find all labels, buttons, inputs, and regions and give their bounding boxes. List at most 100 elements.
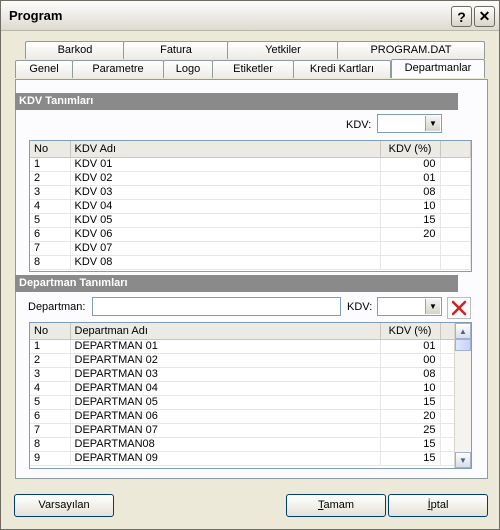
ok-label-rest: amam — [323, 499, 355, 511]
cell-pct: 08 — [380, 367, 441, 382]
table-row[interactable]: 4 KDV 04 10 — [30, 199, 471, 214]
tab-barkod[interactable]: Barkod — [25, 41, 125, 59]
cell-name: KDV 06 — [70, 227, 381, 242]
cell-pct: 25 — [380, 423, 441, 438]
table-row[interactable]: 3 DEPARTMAN 03 08 — [30, 367, 455, 382]
scroll-thumb[interactable] — [455, 339, 471, 351]
cell-pct: 01 — [380, 171, 441, 186]
col-kdv-pct[interactable]: KDV (%) — [380, 141, 441, 158]
delete-button[interactable] — [447, 297, 471, 319]
table-row[interactable]: 7 DEPARTMAN 07 25 — [30, 423, 455, 438]
title-bar[interactable]: Program ? ✕ — [1, 1, 499, 31]
cell-pct: 15 — [380, 395, 441, 410]
cell-no: 8 — [30, 437, 71, 452]
cell-pct — [380, 241, 441, 256]
cell-filler — [440, 227, 471, 242]
kdv-select[interactable]: ▼ — [377, 114, 442, 133]
cancel-button[interactable]: İptal — [388, 494, 488, 517]
cell-filler — [440, 353, 455, 368]
tab-logo[interactable]: Logo — [163, 60, 213, 78]
cell-pct: 10 — [380, 381, 441, 396]
table-row[interactable]: 1 KDV 01 00 — [30, 157, 471, 172]
departman-table[interactable]: No Departman Adı KDV (%) 1 DEPARTMAN 01 01… — [29, 322, 472, 469]
tab-etiketler[interactable]: Etiketler — [212, 60, 294, 78]
cell-name: KDV 02 — [70, 171, 381, 186]
cell-filler — [440, 409, 455, 424]
departman-kdv-select[interactable]: ▼ — [377, 297, 442, 316]
tab-kredi-kartlari[interactable]: Kredi Kartları — [293, 60, 391, 78]
table-row[interactable]: 8 DEPARTMAN08 15 — [30, 437, 455, 452]
tab-departmanlar[interactable]: Departmanlar — [391, 59, 485, 78]
cell-pct: 20 — [380, 227, 441, 242]
col-departman-adi[interactable]: Departman Adı — [70, 323, 381, 340]
cell-filler — [440, 395, 455, 410]
departman-label: Departman: — [28, 301, 86, 313]
scroll-down-icon[interactable]: ▼ — [455, 452, 471, 468]
cell-no: 8 — [30, 255, 71, 270]
table-row[interactable]: 8 KDV 08 — [30, 255, 471, 270]
tab-genel[interactable]: Genel — [15, 60, 73, 78]
cell-no: 9 — [30, 451, 71, 466]
kdv-table[interactable]: No KDV Adı KDV (%) 1 KDV 01 00 2 KDV 02 01 3… — [29, 140, 472, 272]
cell-no: 6 — [30, 227, 71, 242]
tab-strip: Barkod Fatura Yetkiler PROGRAM.DAT Genel… — [15, 41, 487, 81]
cell-no: 7 — [30, 241, 71, 256]
cell-name: KDV 03 — [70, 185, 381, 200]
col-kdv-pct[interactable]: KDV (%) — [380, 323, 441, 340]
cell-pct: 00 — [380, 353, 441, 368]
cell-pct: 15 — [380, 451, 441, 466]
cell-pct: 15 — [380, 213, 441, 228]
cancel-label-rest: ptal — [430, 499, 449, 511]
cell-name: DEPARTMAN08 — [70, 437, 381, 452]
help-button[interactable]: ? — [451, 6, 472, 27]
tab-parametre[interactable]: Parametre — [72, 60, 164, 78]
cell-filler — [440, 157, 471, 172]
table-row[interactable]: 5 KDV 05 15 — [30, 213, 471, 228]
cell-name: KDV 01 — [70, 157, 381, 172]
departman-table-scrollbar[interactable]: ▲ ▼ — [454, 323, 471, 468]
chevron-down-icon[interactable]: ▼ — [425, 299, 440, 314]
window-title: Program — [9, 8, 63, 23]
departman-kdv-label: KDV: — [347, 301, 373, 313]
table-row[interactable]: 2 KDV 02 01 — [30, 171, 471, 186]
cell-name: DEPARTMAN 05 — [70, 395, 381, 410]
table-row[interactable]: 5 DEPARTMAN 05 15 — [30, 395, 455, 410]
table-row[interactable]: 6 DEPARTMAN 06 20 — [30, 409, 455, 424]
cell-filler — [440, 339, 455, 354]
scroll-up-icon[interactable]: ▲ — [455, 323, 471, 339]
cell-pct: 20 — [380, 409, 441, 424]
ok-button[interactable]: Tamam — [286, 494, 386, 517]
tab-program-dat[interactable]: PROGRAM.DAT — [337, 41, 485, 59]
tab-fatura[interactable]: Fatura — [123, 41, 229, 59]
tab-yetkiler[interactable]: Yetkiler — [227, 41, 339, 59]
col-no[interactable]: No — [30, 141, 71, 158]
cell-pct: 01 — [380, 339, 441, 354]
cell-name: DEPARTMAN 02 — [70, 353, 381, 368]
table-row[interactable]: 9 DEPARTMAN 09 15 — [30, 451, 455, 466]
delete-x-icon — [451, 300, 467, 316]
cell-filler — [440, 437, 455, 452]
program-window: Program ? ✕ Barkod Fatura Yetkiler PROGR… — [0, 0, 500, 530]
close-button[interactable]: ✕ — [474, 6, 495, 27]
table-row[interactable]: 6 KDV 06 20 — [30, 227, 471, 242]
table-row[interactable]: 3 KDV 03 08 — [30, 185, 471, 200]
table-row[interactable]: 2 DEPARTMAN 02 00 — [30, 353, 455, 368]
cell-pct: 10 — [380, 199, 441, 214]
table-row[interactable]: 4 DEPARTMAN 04 10 — [30, 381, 455, 396]
departman-table-header: No Departman Adı KDV (%) — [30, 323, 455, 340]
departman-input[interactable] — [92, 297, 341, 316]
table-row[interactable]: 7 KDV 07 — [30, 241, 471, 256]
cell-name: KDV 04 — [70, 199, 381, 214]
cell-name: KDV 07 — [70, 241, 381, 256]
cell-no: 1 — [30, 157, 71, 172]
cell-no: 3 — [30, 367, 71, 382]
cell-filler — [440, 171, 471, 186]
table-row[interactable]: 1 DEPARTMAN 01 01 — [30, 339, 455, 354]
cell-name: DEPARTMAN 03 — [70, 367, 381, 382]
defaults-button[interactable]: Varsayılan — [14, 494, 114, 517]
chevron-down-icon[interactable]: ▼ — [425, 116, 440, 131]
col-no[interactable]: No — [30, 323, 71, 340]
cell-name: DEPARTMAN 04 — [70, 381, 381, 396]
cell-filler — [440, 199, 471, 214]
col-kdv-adi[interactable]: KDV Adı — [70, 141, 381, 158]
